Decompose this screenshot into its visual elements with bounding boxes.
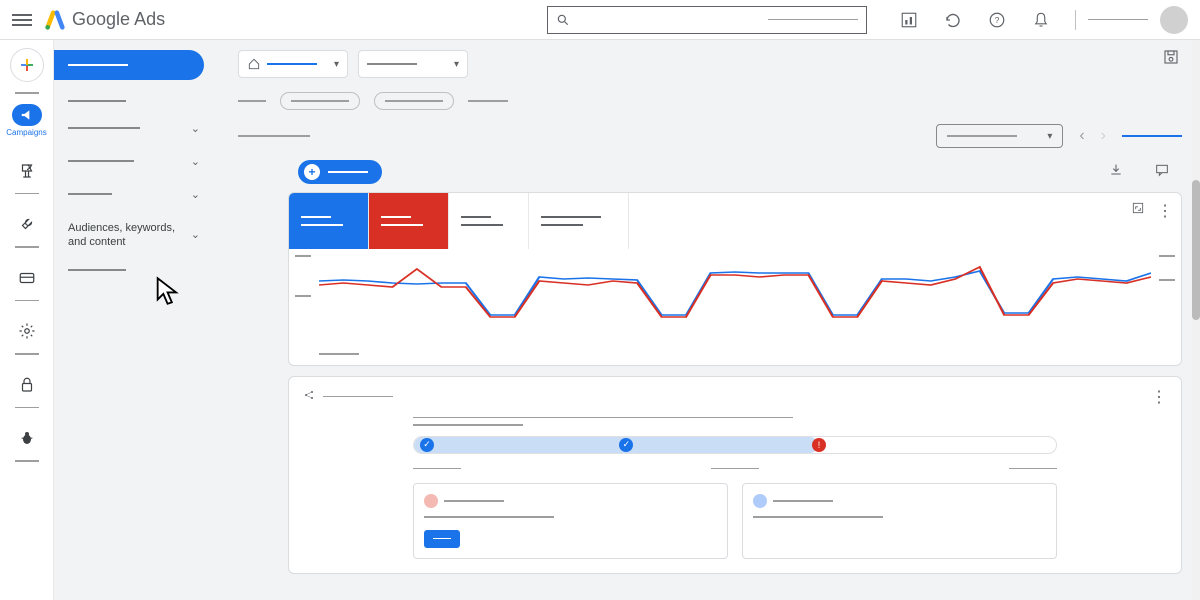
rail-settings[interactable] [15, 319, 39, 343]
side-nav-item-2[interactable]: ⌄ [54, 112, 212, 145]
status-dot-icon [424, 494, 438, 508]
rail-campaigns-label: Campaigns [6, 128, 46, 137]
filter-chip-2[interactable] [374, 92, 454, 110]
feedback-icon[interactable] [1154, 162, 1170, 183]
rail-billing[interactable] [15, 266, 39, 290]
chart-body [289, 249, 1181, 349]
plus-circle-icon: + [304, 164, 320, 180]
scrollbar-thumb[interactable] [1192, 180, 1200, 320]
header-toolbar: ? [899, 10, 1051, 30]
status-dot-icon [753, 494, 767, 508]
scope-chip-1[interactable]: ▾ [238, 50, 348, 78]
step-done-icon: ✓ [420, 438, 434, 452]
avatar[interactable] [1160, 6, 1188, 34]
filter-tail [468, 100, 508, 102]
expand-chart-icon[interactable] [1131, 201, 1145, 221]
rail-bug[interactable] [15, 426, 39, 450]
rail-tools[interactable] [15, 212, 39, 236]
insight-card: ⋮ ✓ ✓ ! [288, 376, 1182, 574]
plus-icon [18, 56, 36, 74]
home-icon [247, 57, 261, 71]
svg-text:?: ? [995, 16, 1000, 25]
left-rail: Campaigns [0, 40, 54, 600]
chevron-down-icon: ⌄ [191, 122, 200, 135]
side-nav-active[interactable] [54, 50, 204, 80]
side-nav: ⌄ ⌄ ⌄ Audiences, keywords, and content⌄ [54, 40, 212, 600]
metric-tab-3[interactable] [449, 193, 529, 249]
insight-heading [413, 417, 793, 419]
divider [1075, 10, 1076, 30]
date-tail [1122, 135, 1182, 137]
prev-arrow[interactable]: ‹ [1079, 127, 1084, 145]
help-icon[interactable]: ? [987, 10, 1007, 30]
progress-bar: ✓ ✓ ! [413, 436, 1057, 454]
search-input[interactable] [547, 6, 867, 34]
scrollbar[interactable] [1192, 40, 1200, 600]
notifications-icon[interactable] [1031, 10, 1051, 30]
line-chart [319, 255, 1151, 335]
insight-subheading [413, 424, 523, 426]
ads-logo-icon [44, 9, 66, 31]
metrics-chart-card: ⋮ [288, 192, 1182, 366]
breadcrumb-date-row: ▾ ‹ › [238, 124, 1182, 148]
side-nav-item-audiences[interactable]: Audiences, keywords, and content⌄ [54, 211, 212, 260]
date-range-select[interactable]: ▾ [936, 124, 1063, 148]
add-button[interactable]: + [298, 160, 382, 184]
megaphone-icon [20, 108, 34, 122]
rail-security[interactable] [15, 373, 39, 397]
product-logo[interactable]: Google Ads [44, 9, 165, 31]
more-icon[interactable]: ⋮ [1151, 387, 1167, 407]
refresh-icon[interactable] [943, 10, 963, 30]
main-content: ▾ ▾ ▾ ‹ › + [212, 40, 1200, 600]
metric-tabs: ⋮ [289, 193, 1181, 249]
insight-subcard-1 [413, 483, 728, 559]
side-nav-item-4[interactable]: ⌄ [54, 178, 212, 211]
next-arrow[interactable]: › [1101, 127, 1106, 145]
caret-down-icon: ▾ [454, 59, 459, 70]
chevron-down-icon: ⌄ [191, 155, 200, 168]
more-icon[interactable]: ⋮ [1157, 201, 1173, 221]
side-nav-item-1[interactable] [54, 90, 212, 112]
insight-title [323, 396, 393, 398]
menu-icon[interactable] [12, 10, 32, 30]
side-nav-item-6[interactable] [54, 259, 212, 281]
insight-subcard-2 [742, 483, 1057, 559]
search-field[interactable] [578, 13, 760, 27]
filter-chip-1[interactable] [280, 92, 360, 110]
share-icon [303, 388, 315, 406]
caret-down-icon: ▾ [334, 59, 339, 70]
account-label[interactable] [1088, 19, 1148, 21]
placeholder-line [768, 19, 858, 21]
step-error-icon: ! [812, 438, 826, 452]
rail-campaigns[interactable]: Campaigns [5, 100, 49, 141]
save-view-icon[interactable] [1162, 48, 1180, 71]
rail-goals[interactable] [15, 159, 39, 183]
app-header: Google Ads ? [0, 0, 1200, 40]
download-icon[interactable] [1108, 162, 1124, 183]
search-icon [556, 13, 570, 27]
scope-controls: ▾ ▾ [238, 50, 1182, 78]
action-row: + [238, 160, 1182, 184]
caret-down-icon: ▾ [1047, 131, 1052, 142]
chevron-down-icon: ⌄ [191, 228, 200, 241]
product-name: Google Ads [72, 9, 165, 30]
metric-tab-2[interactable] [369, 193, 449, 249]
filter-label [238, 100, 266, 102]
chevron-down-icon: ⌄ [191, 188, 200, 201]
step-done-icon: ✓ [619, 438, 633, 452]
scope-chip-2[interactable]: ▾ [358, 50, 468, 78]
breadcrumb [238, 135, 310, 137]
create-button[interactable] [10, 48, 44, 82]
reports-icon[interactable] [899, 10, 919, 30]
metric-tab-4[interactable] [529, 193, 629, 249]
subcard-action-button[interactable] [424, 530, 460, 548]
chart-footer-label [319, 353, 359, 355]
side-nav-item-3[interactable]: ⌄ [54, 145, 212, 178]
metric-tab-1[interactable] [289, 193, 369, 249]
filter-row [238, 92, 1182, 110]
